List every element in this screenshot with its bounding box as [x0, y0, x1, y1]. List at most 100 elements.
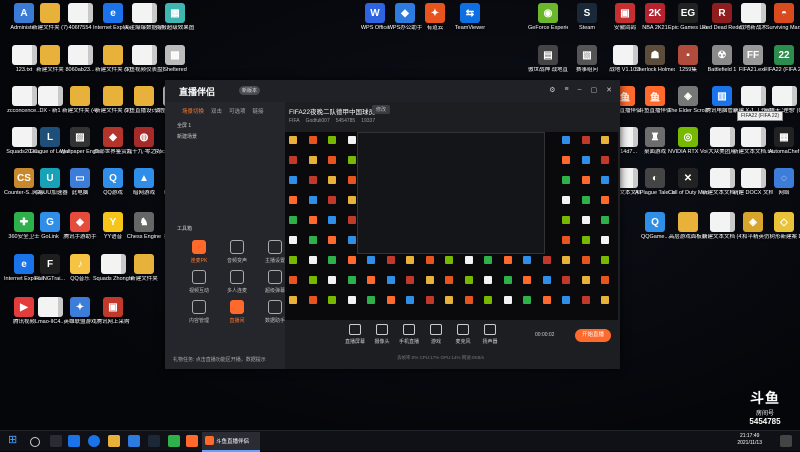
- source-control[interactable]: 游戏: [421, 324, 451, 345]
- source-control[interactable]: 麦克风: [448, 324, 478, 345]
- desktop-icon[interactable]: ⇆ TeamViewer: [450, 3, 490, 43]
- douyu-taskbar-icon[interactable]: [186, 435, 198, 447]
- tool-icon: [268, 300, 282, 314]
- desktop-icon-label: 傲世战神 战地直播版...: [528, 67, 568, 73]
- start-menu-icon[interactable]: ⊞: [8, 433, 20, 446]
- preview-icon: [601, 216, 609, 224]
- app-icon: ▭: [70, 168, 90, 188]
- taskbar-app-douyu[interactable]: 斗鱼直播伴侣: [202, 432, 260, 452]
- preview-icon: [601, 256, 609, 264]
- tool-icon: [268, 240, 282, 254]
- minimize-icon[interactable]: –: [578, 86, 582, 94]
- steam-icon[interactable]: [148, 435, 160, 447]
- desktop-icon[interactable]: S Steam: [567, 3, 607, 43]
- scene-item-1[interactable]: 全屏 1: [177, 122, 191, 129]
- version-badge[interactable]: 新版本: [239, 86, 261, 95]
- stream-preview[interactable]: [285, 132, 618, 320]
- settings-icon[interactable]: ⚙: [549, 86, 555, 94]
- preview-icon: [328, 236, 336, 244]
- preview-icon: [445, 256, 453, 264]
- toolbox-item[interactable]: 音频变声: [220, 240, 254, 264]
- desktop-icon[interactable]: ✦ 有道云: [415, 3, 455, 43]
- app-icon: ◆: [103, 127, 123, 147]
- app-logo: 直播伴侣: [179, 87, 216, 97]
- tab-double[interactable]: 双击: [211, 107, 222, 115]
- desktop-icon[interactable]: ◓ Surviving Mars: [764, 3, 800, 43]
- explorer-icon[interactable]: [108, 435, 120, 447]
- preview-icon: [464, 276, 473, 284]
- preview-icon: [503, 276, 512, 284]
- edge-icon[interactable]: [68, 435, 80, 447]
- desktop-icon[interactable]: ▧ 赛事组问: [567, 45, 607, 85]
- scene-item-2[interactable]: 新建场景: [177, 133, 197, 140]
- wechat-icon[interactable]: [168, 435, 180, 447]
- preview-icon: [445, 296, 453, 304]
- app-icon: ◉: [538, 3, 558, 23]
- app-icon: U: [40, 168, 60, 188]
- ie-icon[interactable]: [88, 435, 100, 447]
- app-icon: ◐: [645, 168, 665, 188]
- toolbox-item[interactable]: 内容管理: [182, 300, 216, 324]
- preview-icon: [347, 156, 356, 164]
- source-control[interactable]: 手机直播: [394, 324, 424, 345]
- desktop-icon[interactable]: ◉ GeForce Experience: [528, 3, 568, 43]
- app-icon: ♪: [70, 254, 90, 274]
- desktop-icon[interactable]: ▦ 海报超级效果图: [155, 3, 195, 43]
- source-control[interactable]: 直播屏幕: [340, 324, 370, 345]
- desktop-icon-label: 网络: [778, 190, 790, 196]
- maximize-icon[interactable]: ▢: [591, 86, 598, 94]
- toolbox-item[interactable]: 视频互动: [182, 270, 216, 294]
- toolbox-item[interactable]: 直播间: [220, 300, 254, 324]
- system-clock[interactable]: 21:17:49 2021/11/13: [737, 433, 762, 447]
- tool-label: 多人连麦: [226, 288, 247, 294]
- preview-icon: [308, 156, 317, 164]
- task-view-icon[interactable]: [50, 435, 62, 447]
- app-icon: ☢: [712, 45, 732, 65]
- preview-icon: [523, 276, 531, 284]
- preview-icon: [562, 256, 570, 264]
- source-control[interactable]: 扬声器: [475, 324, 505, 345]
- tool-icon: [230, 240, 244, 254]
- window-header: 直播伴侣 新版本 ⚙ ≡ – ▢ ✕: [165, 80, 620, 102]
- document-icon: [771, 86, 797, 106]
- wps-icon[interactable]: [128, 435, 140, 447]
- desktop-icon[interactable]: ◌ 网络: [764, 168, 800, 208]
- tool-label: 直播间: [229, 318, 245, 324]
- desktop-icon[interactable]: ◇ 仿树形新建案 DEEEER S...: [764, 212, 800, 252]
- tab-links[interactable]: 链接: [253, 107, 264, 115]
- tool-icon: [192, 240, 206, 254]
- source-control[interactable]: 摄像头: [367, 324, 397, 345]
- desktop-icon[interactable]: ▦ AutomaChef: [764, 127, 800, 167]
- document-icon: [37, 86, 63, 106]
- edit-title-button[interactable]: 修改: [372, 105, 391, 114]
- preview-icon: [562, 236, 570, 244]
- preview-icon: [289, 216, 297, 224]
- preview-icon: [542, 276, 551, 284]
- menu-icon[interactable]: ≡: [565, 86, 569, 94]
- desktop-icon[interactable]: ▩ Sheltered: [155, 45, 195, 85]
- toolbox-item[interactable]: 连麦PK: [182, 240, 216, 264]
- folder-icon: [103, 86, 123, 106]
- tool-icon: [268, 270, 282, 284]
- folder-icon: [134, 254, 154, 274]
- preview-icon: [484, 256, 492, 264]
- preview-icon: [289, 256, 297, 264]
- tab-scene-switch[interactable]: 场景切换: [182, 107, 204, 115]
- desktop-icon[interactable]: ▣ 腾讯网上采购: [93, 297, 133, 337]
- notification-icon[interactable]: [780, 435, 792, 447]
- desktop-icon[interactable]: ▤ 傲世战神 战地直播版...: [528, 45, 568, 85]
- preview-icon: [308, 196, 317, 204]
- search-icon[interactable]: [30, 437, 40, 447]
- app-icon: 鱼: [645, 86, 665, 106]
- preview-icon: [347, 256, 356, 264]
- app-icon: ▧: [577, 45, 597, 65]
- close-icon[interactable]: ✕: [606, 86, 612, 94]
- start-live-button[interactable]: 开始直播: [575, 329, 611, 342]
- document-icon: [740, 168, 766, 188]
- preview-icon: [601, 296, 609, 304]
- tab-options[interactable]: 可选项: [229, 107, 246, 115]
- document-icon: [709, 168, 735, 188]
- toolbox-item[interactable]: 多人连麦: [220, 270, 254, 294]
- desktop-icon[interactable]: 22 FIFA22 (FIFA 22): [764, 45, 800, 85]
- preview-icon: [328, 216, 336, 224]
